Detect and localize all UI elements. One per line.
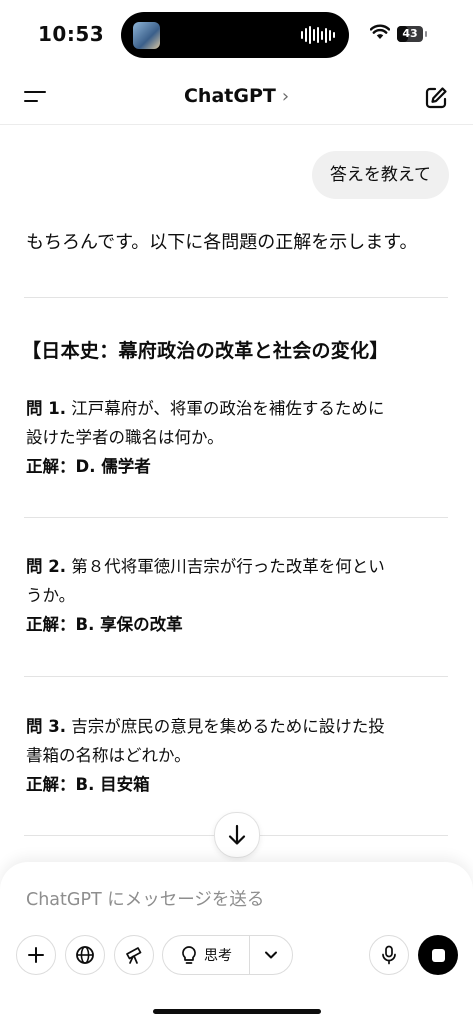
arrow-down-icon: [228, 824, 246, 845]
question-2: 問 2. 第８代将軍徳川吉宗が行った改革を何とい うか。 正解：B. 享保の改革: [26, 552, 446, 639]
question-1-answer: 正解：D. 儒学者: [26, 457, 151, 476]
question-3-text-2: 書箱の名称はどれか。: [26, 746, 191, 765]
think-mode-group: 思考: [162, 935, 293, 975]
lightbulb-icon: [182, 946, 196, 964]
divider: [24, 517, 448, 518]
add-attachment-button[interactable]: [16, 935, 56, 975]
divider: [24, 297, 448, 298]
think-button[interactable]: 思考: [163, 936, 249, 974]
battery-cap: [425, 31, 427, 37]
message-input[interactable]: [26, 886, 446, 914]
question-1: 問 1. 江戸幕府が、将軍の政治を補佐するために 設けた学者の職名は何か。 正解…: [26, 394, 446, 481]
chevron-down-icon: [265, 951, 277, 959]
divider: [24, 676, 448, 677]
section-heading: 【日本史：幕府政治の改革と社会の変化】: [22, 340, 389, 362]
dynamic-island[interactable]: [121, 12, 349, 58]
header-title: ChatGPT ›: [0, 85, 473, 107]
microphone-icon: [382, 945, 396, 965]
app-header: ChatGPT ›: [0, 70, 473, 125]
model-selector[interactable]: ChatGPT ›: [184, 85, 289, 107]
question-2-text-2: うか。: [26, 586, 76, 605]
question-3-line-1: 問 3. 吉宗が庶民の意見を集めるために設けた投: [26, 712, 446, 741]
question-1-line-1: 問 1. 江戸幕府が、将軍の政治を補佐するために: [26, 394, 446, 423]
stop-icon: [431, 948, 445, 962]
status-bar: 10:53 43: [0, 0, 473, 70]
question-1-label: 問 1.: [26, 399, 66, 418]
question-2-line-1: 問 2. 第８代将軍徳川吉宗が行った改革を何とい: [26, 552, 446, 581]
question-1-text-1: 江戸幕府が、将軍の政治を補佐するために: [71, 399, 385, 418]
question-3-answer: 正解：B. 目安箱: [26, 775, 150, 794]
stop-generating-button[interactable]: [418, 935, 458, 975]
wifi-icon: [370, 24, 390, 39]
question-3-label: 問 3.: [26, 717, 66, 736]
question-2-answer: 正解：B. 享保の改革: [26, 615, 183, 634]
home-indicator: [153, 1009, 321, 1014]
app-title: ChatGPT: [183, 85, 276, 107]
assistant-intro: もちろんです。以下に各問題の正解を示します。: [26, 232, 418, 253]
now-playing-thumbnail: [133, 22, 160, 49]
scroll-to-bottom-button[interactable]: [214, 812, 260, 858]
think-options-button[interactable]: [250, 936, 292, 974]
question-3: 問 3. 吉宗が庶民の意見を集めるために設けた投 書箱の名称はどれか。 正解：B…: [26, 712, 446, 799]
question-1-text-2: 設けた学者の職名は何か。: [26, 428, 224, 447]
voice-input-button[interactable]: [369, 935, 409, 975]
deep-research-button[interactable]: [114, 935, 154, 975]
user-message-bubble[interactable]: 答えを教えて: [311, 151, 449, 199]
think-label: 思考: [204, 948, 232, 964]
question-2-label: 問 2.: [26, 557, 66, 576]
plus-icon: [28, 947, 44, 963]
audio-waveform-icon: [301, 26, 335, 44]
chevron-right-icon: ›: [281, 85, 290, 107]
battery-level: 43: [402, 27, 418, 40]
new-chat-icon[interactable]: [423, 85, 449, 111]
composer: 思考: [0, 862, 473, 1024]
status-time: 10:53: [38, 22, 105, 46]
globe-icon: [76, 946, 94, 964]
telescope-icon: [126, 947, 142, 964]
web-search-button[interactable]: [65, 935, 105, 975]
question-3-text-1: 吉宗が庶民の意見を集めるために設けた投: [71, 717, 385, 736]
question-2-text-1: 第８代将軍徳川吉宗が行った改革を何とい: [71, 557, 385, 576]
battery-icon: 43: [397, 26, 423, 42]
